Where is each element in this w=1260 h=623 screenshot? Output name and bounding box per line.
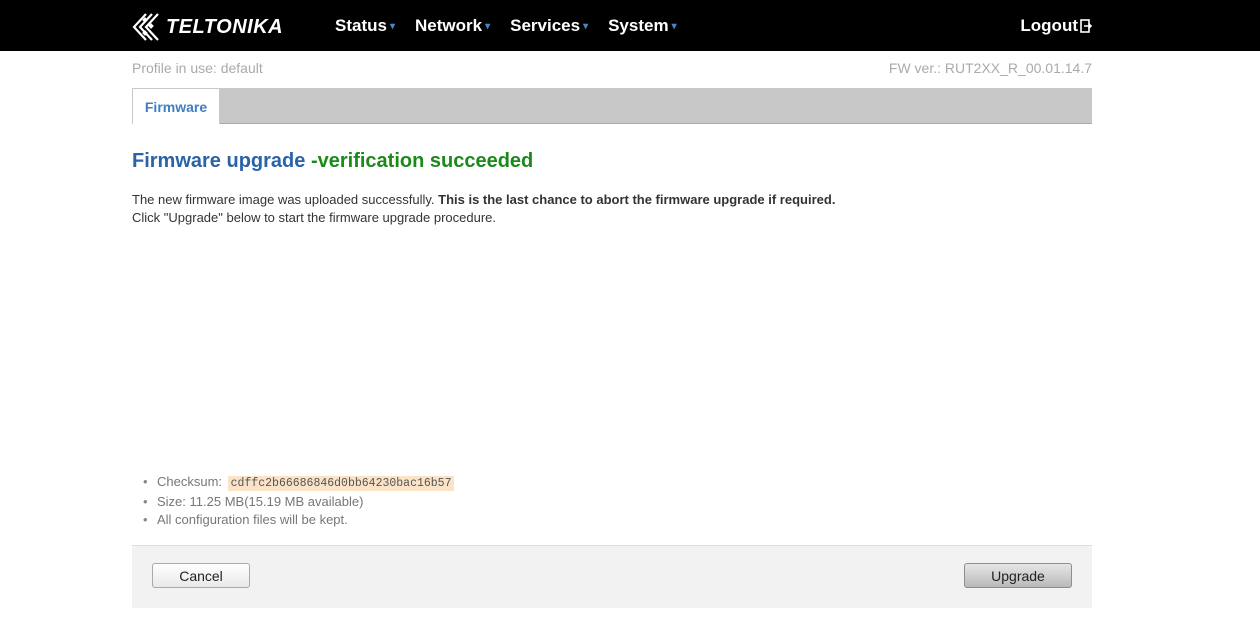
teltonika-logo-icon xyxy=(132,13,159,41)
description-line-1: The new firmware image was uploaded succ… xyxy=(132,191,835,209)
description-warning: This is the last chance to abort the fir… xyxy=(438,192,836,207)
menu-system-label: System xyxy=(608,15,669,35)
teltonika-logo[interactable]: TELTONIKA xyxy=(132,12,283,42)
list-item-checksum: Checksum: cdffc2b66686846d0bb64230bac16b… xyxy=(143,473,455,493)
page-title-status: -verification succeeded xyxy=(305,150,534,172)
chevron-down-icon: ▾ xyxy=(485,21,491,32)
cancel-button[interactable]: Cancel xyxy=(152,563,250,588)
menu-status-label: Status xyxy=(335,15,387,35)
menu-status[interactable]: Status ▾ xyxy=(335,16,395,36)
logo-text: TELTONIKA xyxy=(166,15,284,38)
page-title-main: Firmware upgrade xyxy=(132,150,306,172)
main-menu: Status ▾ Network ▾ Services ▾ System ▾ xyxy=(335,0,697,51)
checksum-label: Checksum: xyxy=(157,474,226,489)
description-line-2: Click "Upgrade" below to start the firmw… xyxy=(132,210,497,225)
firmware-version: FW ver.: RUT2XX_R_00.01.14.7 xyxy=(888,60,1092,76)
chevron-down-icon: ▾ xyxy=(389,21,395,32)
tab-bar: Firmware xyxy=(132,88,1092,124)
top-navigation-bar: TELTONIKA Status ▾ Network ▾ Services ▾ … xyxy=(0,0,1260,51)
logout-icon xyxy=(1080,18,1092,33)
checksum-value: cdffc2b66686846d0bb64230bac16b57 xyxy=(227,476,455,491)
subheader: Profile in use: default FW ver.: RUT2XX_… xyxy=(132,60,1092,78)
action-footer: Cancel Upgrade xyxy=(132,545,1092,608)
menu-system[interactable]: System ▾ xyxy=(608,16,677,36)
profile-in-use: Profile in use: default xyxy=(132,60,263,76)
page-title: Firmware upgrade -verification succeeded xyxy=(132,150,533,173)
menu-services-label: Services xyxy=(510,15,581,35)
menu-network-label: Network xyxy=(415,15,483,35)
chevron-down-icon: ▾ xyxy=(583,21,589,32)
menu-network[interactable]: Network ▾ xyxy=(415,16,490,36)
logout-button[interactable]: Logout xyxy=(1020,0,1092,51)
list-item-config: All configuration files will be kept. xyxy=(143,511,454,529)
description-text: The new firmware image was uploaded succ… xyxy=(132,192,439,207)
logout-label: Logout xyxy=(1020,15,1078,35)
chevron-down-icon: ▾ xyxy=(671,21,677,32)
tab-firmware[interactable]: Firmware xyxy=(132,88,220,124)
firmware-info-list: Checksum: cdffc2b66686846d0bb64230bac16b… xyxy=(143,473,455,529)
upgrade-button[interactable]: Upgrade xyxy=(964,563,1072,588)
list-item-size: Size: 11.25 MB(15.19 MB available) xyxy=(143,493,454,511)
menu-services[interactable]: Services ▾ xyxy=(510,16,588,36)
upgrade-description: The new firmware image was uploaded succ… xyxy=(132,191,835,227)
